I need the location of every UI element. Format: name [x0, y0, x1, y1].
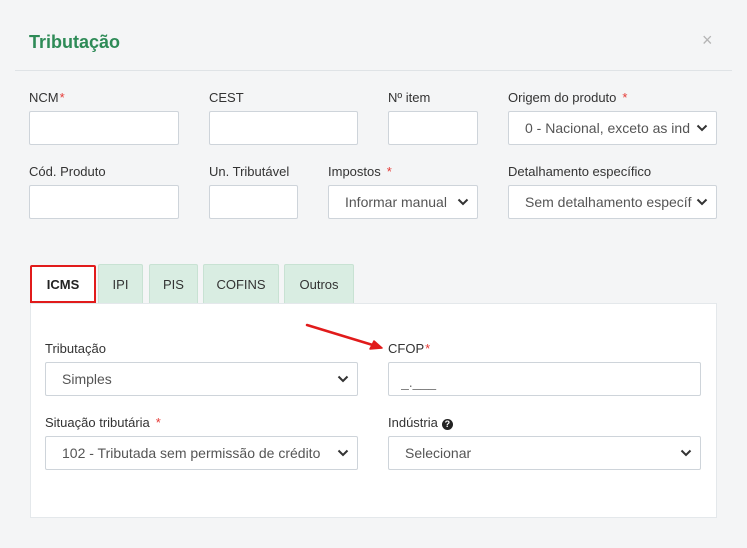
item-input[interactable] — [388, 111, 478, 145]
un-tributavel-label: Un. Tributável — [209, 164, 290, 179]
tributacao-modal: Tributação × NCM* CEST Nº item Origem do… — [0, 0, 747, 548]
annotation-arrow-icon — [305, 323, 383, 350]
chevron-down-icon — [680, 437, 692, 469]
required-mark: * — [425, 341, 431, 356]
required-mark: * — [155, 415, 161, 430]
situacao-label: Situação tributária * — [45, 415, 161, 430]
chevron-down-icon — [457, 186, 469, 218]
cest-label: CEST — [209, 90, 244, 105]
detalhamento-select[interactable]: Sem detalhamento específ — [508, 185, 717, 219]
header-divider — [15, 70, 732, 71]
origem-select[interactable]: 0 - Nacional, exceto as ind — [508, 111, 717, 145]
chevron-down-icon — [696, 112, 708, 144]
close-icon[interactable]: × — [702, 30, 713, 51]
tab-pis[interactable]: PIS — [149, 264, 198, 303]
tributacao-select[interactable]: Simples — [45, 362, 358, 396]
tab-icms[interactable]: ICMS — [30, 265, 96, 303]
cod-produto-input[interactable] — [29, 185, 179, 219]
industria-label: Indústria? — [388, 415, 453, 430]
question-circle-icon[interactable]: ? — [441, 419, 453, 430]
required-mark: * — [59, 90, 65, 105]
cfop-label: CFOP* — [388, 341, 431, 356]
required-mark: * — [386, 164, 392, 179]
un-tributavel-input[interactable] — [209, 185, 298, 219]
origem-label: Origem do produto * — [508, 90, 628, 105]
chevron-down-icon — [696, 186, 708, 218]
chevron-down-icon — [337, 437, 349, 469]
required-mark: * — [622, 90, 628, 105]
modal-header: Tributação × — [0, 0, 747, 70]
industria-select[interactable]: Selecionar — [388, 436, 701, 470]
cfop-input[interactable] — [388, 362, 701, 396]
situacao-select[interactable]: 102 - Tributada sem permissão de crédito — [45, 436, 358, 470]
tab-ipi[interactable]: IPI — [98, 264, 143, 303]
ncm-input[interactable] — [29, 111, 179, 145]
impostos-label: Impostos * — [328, 164, 392, 179]
chevron-down-icon — [337, 363, 349, 395]
impostos-select[interactable]: Informar manual — [328, 185, 478, 219]
cest-input[interactable] — [209, 111, 358, 145]
modal-title: Tributação — [29, 32, 121, 52]
ncm-label: NCM* — [29, 90, 65, 105]
item-label: Nº item — [388, 90, 431, 105]
tributacao-label: Tributação — [45, 341, 106, 356]
tab-cofins[interactable]: COFINS — [203, 264, 279, 303]
detalhamento-label: Detalhamento específico — [508, 164, 652, 179]
cod-produto-label: Cód. Produto — [29, 164, 106, 179]
tab-outros[interactable]: Outros — [284, 264, 354, 303]
